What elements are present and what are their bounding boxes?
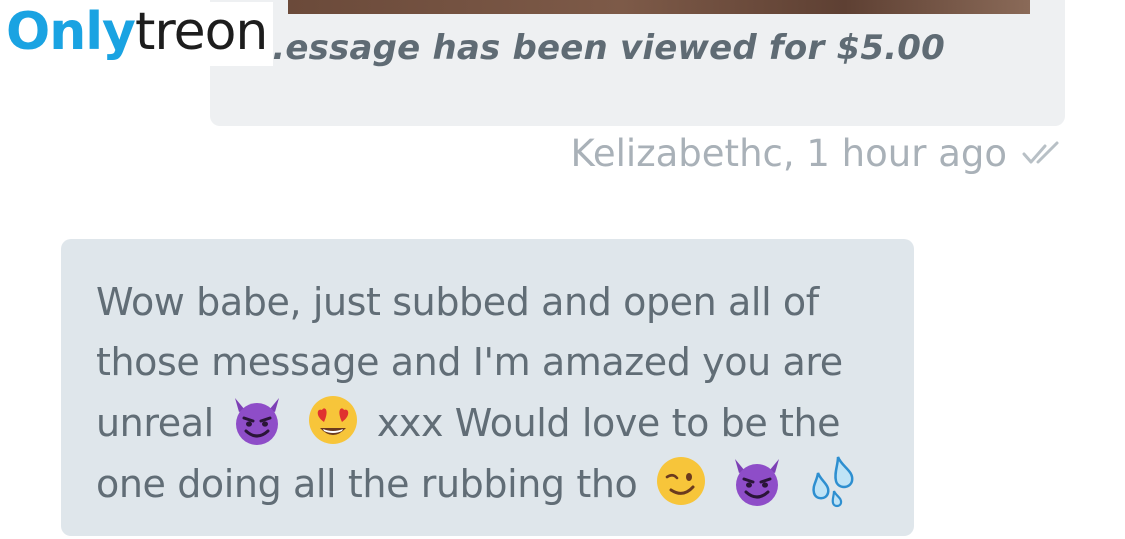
sender-and-time: Kelizabethc, 1 hour ago (570, 131, 1007, 175)
double-check-icon (1022, 141, 1059, 164)
message-line-4-start: one doing all the rubbing tho (96, 462, 638, 506)
message-line-3-end: xxx Would love to be the (376, 401, 841, 445)
message-meta: Kelizabethc, 1 hour ago (570, 130, 1065, 176)
logo-part-treon: treon (134, 2, 268, 62)
message-photo-thumbnail[interactable] (288, 0, 1030, 14)
logo-part-only: Only (6, 2, 136, 62)
received-message-text: Wow babe, just subbed and open all of th… (96, 272, 896, 514)
message-line-4: one doing all the rubbing tho (96, 453, 896, 514)
onlytreon-logo: Onlytreon (6, 2, 274, 66)
message-line-1: Wow babe, just subbed and open all of (96, 280, 819, 324)
smiling-devil-emoji (734, 459, 779, 506)
message-line-2: those message and I'm amazed you are (96, 340, 843, 384)
smiling-devil-emoji (235, 398, 280, 445)
sweat-droplets-emoji (812, 456, 854, 508)
sent-message-text: ...essage has been viewed for $5.00 (246, 28, 946, 68)
message-line-3: unreal xxx Would love to be the (96, 392, 896, 453)
message-line-3-start: unreal (96, 401, 214, 445)
heart-eyes-emoji (309, 396, 358, 444)
winking-emoji (657, 457, 706, 505)
